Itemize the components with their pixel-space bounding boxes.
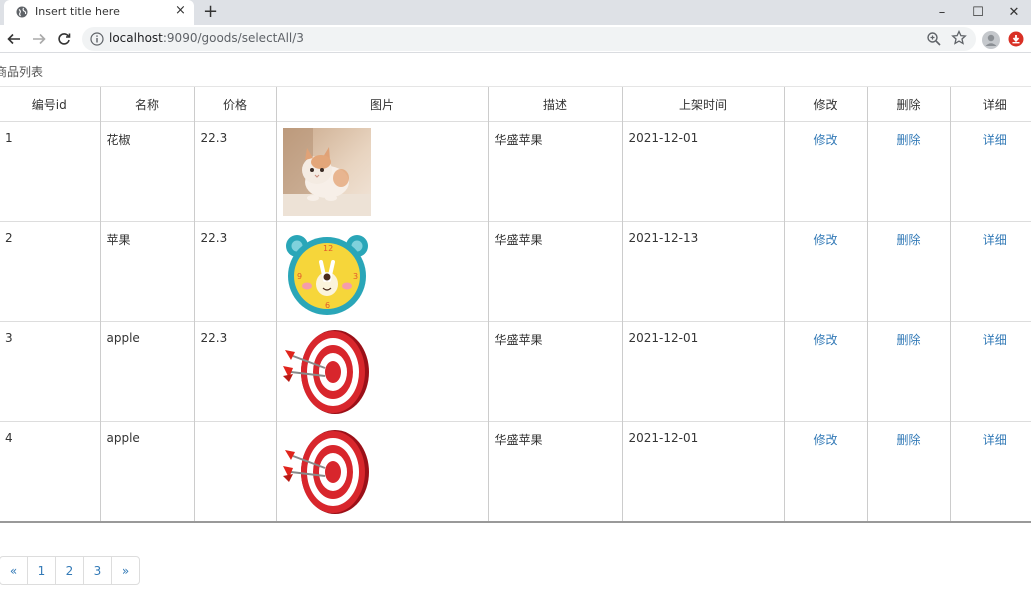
bookmark-star-icon[interactable] — [951, 30, 967, 46]
cell-detail: 详细 — [949, 121, 1031, 222]
cell-name: apple — [99, 421, 194, 523]
extension-icon[interactable] — [1008, 31, 1024, 47]
header-name: 名称 — [99, 86, 194, 122]
cell-delete: 删除 — [866, 221, 950, 322]
tab-bar: Insert title here × + – ☐ ✕ — [0, 0, 1031, 25]
page-title: 商品列表 — [0, 65, 44, 79]
table-row: 2 苹果 22.3 12 3 6 9 华盛苹果 2021-12-13 修改 删除… — [0, 221, 1031, 322]
cell-description: 华盛苹果 — [487, 421, 622, 523]
delete-link[interactable]: 删除 — [896, 133, 920, 147]
cell-delete: 删除 — [866, 121, 950, 222]
header-edit: 修改 — [783, 86, 867, 122]
table-row: 3 apple 22.3 华盛苹果 2021-12-01 修改 删除 详细 — [0, 321, 1031, 422]
cell-detail: 详细 — [949, 321, 1031, 422]
forward-icon[interactable] — [29, 29, 49, 49]
svg-text:12: 12 — [323, 244, 333, 253]
pagination-prev[interactable]: « — [0, 557, 27, 584]
detail-link[interactable]: 详细 — [983, 433, 1007, 447]
cell-name: 苹果 — [99, 221, 194, 322]
edit-link[interactable]: 修改 — [813, 333, 837, 347]
cell-id: 2 — [0, 221, 100, 322]
cell-id: 4 — [0, 421, 100, 523]
back-icon[interactable] — [4, 29, 24, 49]
cell-date: 2021-12-13 — [621, 221, 784, 322]
cell-date: 2021-12-01 — [621, 121, 784, 222]
cell-delete: 删除 — [866, 421, 950, 523]
profile-avatar-icon[interactable] — [982, 31, 1000, 49]
svg-text:6: 6 — [325, 301, 330, 310]
address-bar[interactable]: localhost:9090/goods/selectAll/3 — [82, 27, 976, 51]
detail-link[interactable]: 详细 — [983, 133, 1007, 147]
header-date: 上架时间 — [621, 86, 784, 122]
browser-tab[interactable]: Insert title here × — [4, 0, 194, 25]
dart-target-image — [282, 428, 371, 516]
cell-date: 2021-12-01 — [621, 321, 784, 422]
cell-image — [275, 321, 488, 422]
globe-icon — [16, 6, 28, 18]
pagination-next[interactable]: » — [111, 557, 139, 584]
cell-image — [275, 421, 488, 523]
maximize-icon[interactable]: ☐ — [960, 0, 996, 25]
close-window-icon[interactable]: ✕ — [996, 0, 1031, 25]
cell-delete: 删除 — [866, 321, 950, 422]
svg-text:9: 9 — [297, 272, 302, 281]
cell-detail: 详细 — [949, 421, 1031, 523]
cell-edit: 修改 — [783, 321, 867, 422]
cell-detail: 详细 — [949, 221, 1031, 322]
edit-link[interactable]: 修改 — [813, 133, 837, 147]
cell-id: 1 — [0, 121, 100, 222]
header-price: 价格 — [193, 86, 276, 122]
tab-title: Insert title here — [35, 5, 120, 18]
table-row: 1 花椒 22.3 华盛苹果 2021-12-01 修改 删除 详细 — [0, 121, 1031, 222]
cell-image — [275, 121, 488, 222]
cell-description: 华盛苹果 — [487, 221, 622, 322]
pagination-page-3[interactable]: 3 — [83, 557, 111, 584]
delete-link[interactable]: 删除 — [896, 233, 920, 247]
kitten-photo — [282, 128, 371, 216]
cell-edit: 修改 — [783, 421, 867, 523]
header-image: 图片 — [275, 86, 488, 122]
cell-date: 2021-12-01 — [621, 421, 784, 523]
delete-link[interactable]: 删除 — [896, 333, 920, 347]
dart-target-image — [282, 328, 371, 416]
tab-close-icon[interactable]: × — [175, 4, 186, 18]
cell-price: 22.3 — [193, 221, 276, 322]
url-text[interactable]: localhost:9090/goods/selectAll/3 — [109, 31, 304, 45]
cell-edit: 修改 — [783, 221, 867, 322]
table-row: 4 apple 华盛苹果 2021-12-01 修改 删除 详细 — [0, 421, 1031, 523]
bear-clock-image: 12 3 6 9 — [282, 228, 371, 316]
detail-link[interactable]: 详细 — [983, 333, 1007, 347]
cell-edit: 修改 — [783, 121, 867, 222]
cell-image: 12 3 6 9 — [275, 221, 488, 322]
pagination: « 1 2 3 » — [0, 556, 140, 585]
detail-link[interactable]: 详细 — [983, 233, 1007, 247]
pagination-page-1[interactable]: 1 — [27, 557, 55, 584]
pagination-page-2[interactable]: 2 — [55, 557, 83, 584]
cell-name: 花椒 — [99, 121, 194, 222]
header-id: 编号id — [0, 86, 100, 122]
new-tab-icon[interactable]: + — [203, 2, 218, 22]
cell-price: 22.3 — [193, 321, 276, 422]
table-header-row: 编号id 名称 价格 图片 描述 上架时间 修改 删除 详细 — [0, 86, 1031, 122]
header-delete: 删除 — [866, 86, 950, 122]
reload-icon[interactable] — [54, 29, 74, 49]
goods-table: 编号id 名称 价格 图片 描述 上架时间 修改 删除 详细 1 花椒 22.3 — [0, 86, 1031, 523]
cell-name: apple — [99, 321, 194, 422]
svg-text:3: 3 — [353, 272, 358, 281]
cell-price — [193, 421, 276, 523]
delete-link[interactable]: 删除 — [896, 433, 920, 447]
cell-price: 22.3 — [193, 121, 276, 222]
edit-link[interactable]: 修改 — [813, 433, 837, 447]
cell-description: 华盛苹果 — [487, 321, 622, 422]
minimize-icon[interactable]: – — [924, 0, 960, 25]
zoom-icon[interactable] — [926, 31, 942, 47]
cell-id: 3 — [0, 321, 100, 422]
cell-description: 华盛苹果 — [487, 121, 622, 222]
header-detail: 详细 — [949, 86, 1031, 122]
header-description: 描述 — [487, 86, 622, 122]
info-icon[interactable] — [90, 32, 104, 46]
edit-link[interactable]: 修改 — [813, 233, 837, 247]
